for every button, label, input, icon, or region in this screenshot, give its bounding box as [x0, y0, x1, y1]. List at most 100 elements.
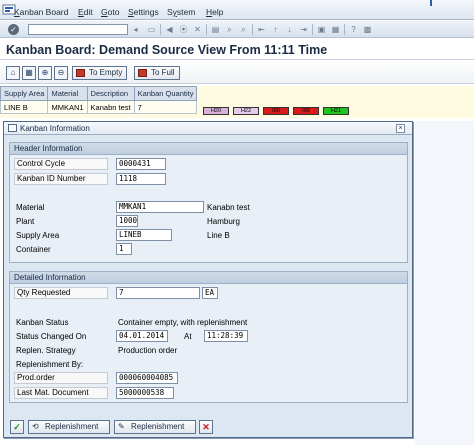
dialog-footer: ✓ ⟲ Replenishment ✎ Replenishment ✕ — [4, 418, 412, 437]
menu-kanban-board[interactable]: Kanban Board — [14, 7, 68, 17]
dialog-title: Kanban Information — [20, 124, 90, 133]
to-full-button[interactable]: To Full — [134, 66, 180, 80]
kanban-status-label: Kanban Status — [16, 318, 69, 327]
back-icon[interactable]: ◀ — [164, 24, 175, 35]
cell-material: MMKAN1 — [47, 100, 88, 114]
last-mat-document-label: Last Mat. Document — [14, 387, 108, 399]
status-changed-time-field[interactable]: 11:28:39 — [204, 330, 248, 342]
replenishment-icon: ⟲ — [32, 422, 39, 431]
dialog-title-bar: Kanban Information × — [4, 122, 412, 135]
grid-icon[interactable]: ▦ — [22, 66, 36, 80]
cancel-icon[interactable]: ✕ — [199, 420, 213, 434]
replenishment-by-label: Replenishment By: — [16, 360, 84, 369]
container-label: Container — [16, 245, 51, 254]
container-cell[interactable]: H21 — [323, 107, 349, 115]
at-label: At — [184, 332, 192, 341]
close-icon[interactable]: × — [396, 124, 405, 133]
plant-field[interactable]: 1000 — [116, 215, 138, 227]
new-session-icon[interactable]: ▣ — [316, 24, 327, 35]
status-empty-icon — [76, 69, 85, 77]
control-cycle-label: Control Cycle — [14, 158, 108, 170]
column-supply-area[interactable]: Supply Area — [0, 86, 49, 101]
last-mat-document-field[interactable]: 5000000538 — [116, 387, 174, 399]
status-changed-label: Status Changed On — [16, 332, 87, 341]
menu-bar: Kanban Board Edit Goto Settings System H… — [0, 0, 474, 20]
cancel-icon[interactable]: ✕ — [192, 24, 203, 35]
command-field[interactable] — [28, 24, 128, 35]
dialog-window-icon — [8, 124, 17, 132]
container-cell[interactable]: H22 — [233, 107, 259, 115]
header-information-group: Header Information Control Cycle 0000431… — [9, 142, 408, 263]
replen-strategy-label: Replen. Strategy — [16, 346, 76, 355]
print-icon[interactable]: ▤ — [210, 24, 221, 35]
table-row[interactable]: LINE B MMKAN1 Kanabn test 7 — [0, 100, 198, 114]
supply-area-label: Supply Area — [16, 231, 60, 240]
toolbar-separator — [206, 24, 207, 35]
container-cell[interactable]: I00 — [293, 107, 319, 115]
zoom-out-icon[interactable]: ⊖ — [54, 66, 68, 80]
menu-goto[interactable]: Goto — [101, 7, 119, 17]
find-icon[interactable]: ⌕ — [224, 24, 235, 35]
sap-gui-window: Kanban Board Edit Goto Settings System H… — [0, 0, 474, 445]
replenishment-button[interactable]: ⟲ Replenishment — [28, 420, 110, 434]
material-field[interactable]: MMKAN1 — [116, 201, 204, 213]
application-toolbar: ⌂ ▦ ⊕ ⊖ To Empty To Full — [0, 62, 474, 84]
container-cell[interactable]: I00 — [263, 107, 289, 115]
background-area — [415, 121, 474, 445]
cell-supply-area: LINE B — [0, 100, 49, 114]
title-bar: Kanban Board: Demand Source View From 11… — [0, 39, 474, 60]
replenishment-edit-label: Replenishment — [131, 422, 185, 431]
find-next-icon[interactable]: ⌕ — [238, 24, 249, 35]
prod-order-label: Prod.order — [14, 372, 108, 384]
exit-icon[interactable]: ⦿ — [178, 24, 189, 35]
column-material[interactable]: Material — [47, 86, 88, 101]
menu-edit[interactable]: Edit — [78, 7, 93, 17]
enter-icon[interactable]: ✓ — [8, 24, 19, 35]
help-icon[interactable]: ? — [348, 24, 359, 35]
container-cell[interactable]: H20 — [203, 107, 229, 115]
shortcut-icon[interactable]: ▦ — [330, 24, 341, 35]
container-field[interactable]: 1 — [116, 243, 132, 255]
kanban-status-value: Container empty, with replenishment — [118, 318, 248, 327]
pencil-icon: ✎ — [118, 422, 125, 431]
menu-settings[interactable]: Settings — [128, 7, 159, 17]
save-icon[interactable]: ▭ — [146, 24, 157, 35]
material-description: Kanabn test — [207, 203, 250, 212]
supply-area-description: Line B — [207, 231, 230, 240]
confirm-icon[interactable]: ✓ — [10, 420, 24, 434]
replenishment-edit-button[interactable]: ✎ Replenishment — [114, 420, 196, 434]
table-header-row: Supply Area Material Description Kanban … — [0, 86, 198, 101]
qty-requested-field[interactable]: 7 — [116, 287, 200, 299]
kanban-id-field[interactable]: 1118 — [116, 173, 166, 185]
menu-help[interactable]: Help — [206, 7, 223, 17]
page-title: Kanban Board: Demand Source View From 11… — [6, 43, 328, 57]
toolbar-separator — [252, 24, 253, 35]
control-cycle-field[interactable]: 0000431 — [116, 158, 166, 170]
detailed-information-group: Detailed Information Qty Requested 7 EA … — [9, 271, 408, 403]
status-changed-date-field[interactable]: 04.01.2014 — [116, 330, 168, 342]
replen-strategy-value: Production order — [118, 346, 178, 355]
next-page-icon[interactable]: ↓ — [284, 24, 295, 35]
command-dropdown-icon[interactable]: ◂ — [130, 24, 141, 35]
replenishment-label: Replenishment — [45, 422, 99, 431]
home-icon[interactable]: ⌂ — [6, 66, 20, 80]
layout-menu-icon[interactable]: ▩ — [362, 24, 373, 35]
unit-field[interactable]: EA — [202, 287, 218, 299]
to-empty-button[interactable]: To Empty — [72, 66, 128, 80]
column-kanban-quantity[interactable]: Kanban Quantity — [133, 86, 198, 101]
material-label: Material — [16, 203, 45, 212]
plant-label: Plant — [16, 217, 35, 226]
cell-description: Kanabn test — [86, 100, 135, 114]
last-page-icon[interactable]: ⇥ — [298, 24, 309, 35]
prod-order-field[interactable]: 000060004085 — [116, 372, 178, 384]
column-description[interactable]: Description — [86, 86, 135, 101]
previous-page-icon[interactable]: ↑ — [270, 24, 281, 35]
to-full-label: To Full — [151, 68, 175, 77]
supply-area-field[interactable]: LINEB — [116, 229, 172, 241]
cell-kanban-quantity: 7 — [133, 100, 198, 114]
menu-system[interactable]: System — [167, 7, 195, 17]
toolbar-separator — [344, 24, 345, 35]
toolbar-separator — [312, 24, 313, 35]
first-page-icon[interactable]: ⇤ — [256, 24, 267, 35]
zoom-in-icon[interactable]: ⊕ — [38, 66, 52, 80]
